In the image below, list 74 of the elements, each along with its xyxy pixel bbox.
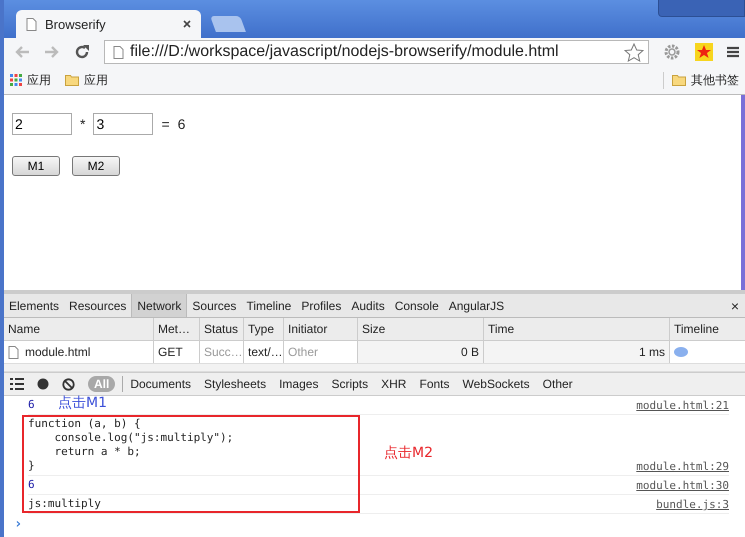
devtools-tab[interactable]: Timeline [241, 294, 296, 317]
filter-button[interactable]: WebSockets [462, 376, 530, 392]
devtools-tab[interactable]: Elements [4, 294, 64, 317]
folder-icon [672, 74, 686, 86]
annotation-text: 点击M2 [384, 444, 433, 462]
table-cell: module.html [4, 341, 154, 363]
devtools-tab[interactable]: AngularJS [444, 294, 510, 317]
star-icon[interactable] [624, 42, 644, 62]
url-text: file:///D:/workspace/javascript/nodejs-browserify/module.html [130, 43, 560, 61]
tab-title: Browserify [45, 16, 107, 32]
list-icon[interactable] [10, 378, 24, 390]
filter-button[interactable]: Scripts [331, 376, 368, 392]
devtools-tab[interactable]: Sources [187, 294, 242, 317]
module-button[interactable]: M2 [72, 156, 120, 176]
column-header[interactable]: Time [484, 318, 670, 340]
column-header[interactable]: Status [200, 318, 244, 340]
page-icon [113, 46, 124, 58]
console-message: 6 [28, 398, 35, 412]
column-header[interactable]: Size [358, 318, 484, 340]
source-link[interactable]: module.html:29 [636, 460, 729, 473]
menu-icon[interactable] [727, 46, 739, 58]
folder-icon [65, 74, 79, 86]
clear-icon[interactable] [62, 378, 75, 390]
column-header[interactable]: Name [4, 318, 154, 340]
new-tab-button[interactable] [210, 16, 246, 32]
filter-button[interactable]: Images [279, 376, 318, 392]
timeline-bar [674, 347, 688, 357]
console-message: js:multiply [28, 497, 101, 511]
browser-tab[interactable]: Browserify [16, 10, 201, 38]
table-cell: GET [154, 341, 200, 363]
source-link[interactable]: bundle.js:3 [656, 498, 729, 511]
file-icon [8, 346, 19, 358]
filter-button[interactable]: Stylesheets [204, 376, 266, 392]
bookmark-item[interactable]: 应用 [65, 72, 108, 88]
gear-icon[interactable] [663, 43, 681, 61]
reload-icon[interactable] [74, 44, 90, 60]
module-button[interactable]: M1 [12, 156, 60, 176]
console-message: function (a, b) { console.log("js:multiply"); return a * b; } [28, 417, 234, 473]
table-cell: 0 B [358, 341, 484, 363]
prompt-caret[interactable]: › [14, 516, 22, 532]
source-link[interactable]: module.html:21 [636, 399, 729, 412]
table-cell: text/… [244, 341, 284, 363]
table-cell: 1 ms [484, 341, 670, 363]
apps-icon [10, 74, 22, 86]
record-icon[interactable] [37, 378, 49, 390]
bookmark-item[interactable]: 其他书签 [663, 72, 739, 88]
column-header[interactable]: Timeline [670, 318, 745, 340]
close-button[interactable]: × [724, 294, 745, 317]
equals-sign: = [161, 116, 170, 132]
filter-button[interactable]: Documents [130, 376, 192, 392]
source-link[interactable]: module.html:30 [636, 479, 729, 492]
devtools-tab[interactable]: Network [131, 294, 188, 317]
operator-text: * [80, 116, 86, 132]
table-cell: Succ… [200, 341, 244, 363]
filter-button[interactable]: Fonts [419, 376, 450, 392]
column-header[interactable]: Type [244, 318, 284, 340]
page-icon [26, 18, 37, 30]
devtools-tab[interactable]: Console [390, 294, 444, 317]
number-input[interactable]: 2 [12, 113, 72, 135]
filter-button[interactable]: Other [542, 376, 573, 392]
devtools-tab[interactable]: Audits [346, 294, 390, 317]
console-message: 6 [28, 478, 35, 492]
number-input[interactable]: 3 [93, 113, 154, 135]
star-icon[interactable] [695, 43, 713, 61]
close-icon[interactable] [183, 20, 191, 28]
devtools-tab[interactable]: Profiles [296, 294, 346, 317]
address-bar[interactable]: file:///D:/workspace/javascript/nodejs-browserify/module.html [104, 40, 649, 64]
column-header[interactable]: Initiator [284, 318, 358, 340]
bookmark-item[interactable]: 应用 [10, 72, 51, 88]
devtools-tab[interactable]: Resources [64, 294, 132, 317]
column-header[interactable]: Met… [154, 318, 200, 340]
annotation-text: 点击M1 [58, 394, 107, 412]
result-text: 6 [178, 116, 186, 132]
filter-button[interactable]: XHR [381, 376, 406, 392]
